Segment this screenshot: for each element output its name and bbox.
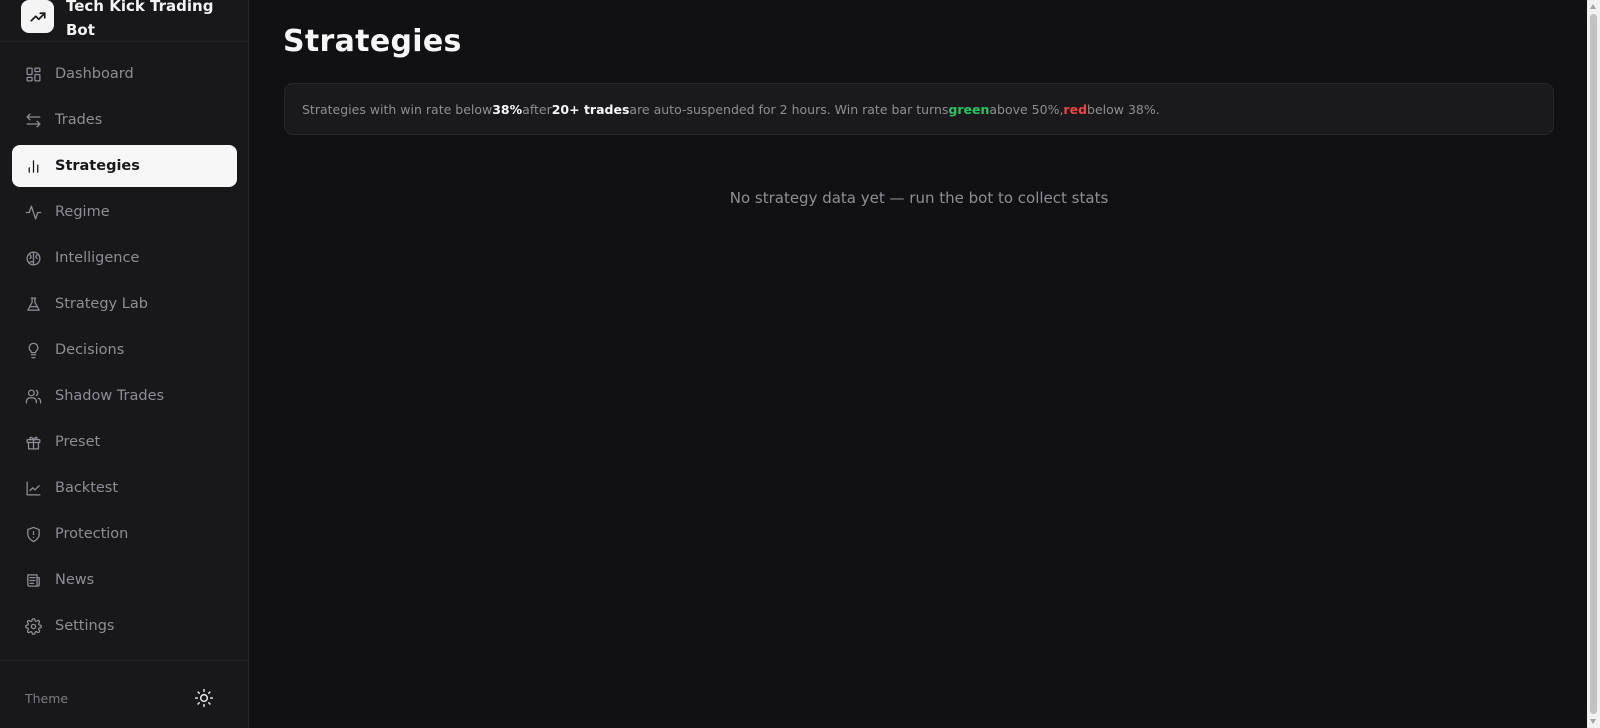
sidebar-item-intelligence[interactable]: Intelligence [12, 237, 237, 279]
info-red-word: red [1063, 101, 1088, 117]
users-icon [25, 388, 42, 405]
sidebar-item-settings[interactable]: Settings [12, 605, 237, 647]
bar-chart-icon [25, 158, 42, 175]
brand-name: Tech Kick Trading Bot [66, 0, 214, 39]
sidebar-item-strategy-lab[interactable]: Strategy Lab [12, 283, 237, 325]
scrollbar[interactable] [1587, 0, 1600, 728]
flask-icon [25, 296, 42, 313]
sidebar-item-strategies[interactable]: Strategies [12, 145, 237, 187]
brand[interactable]: Tech Kick Trading Bot [0, 0, 249, 42]
scroll-up-arrow-icon[interactable] [1590, 4, 1596, 9]
sidebar-item-label: Settings [55, 618, 115, 634]
main-content: Strategies Strategies with win rate belo… [250, 0, 1585, 728]
scroll-down-arrow-icon[interactable] [1590, 719, 1596, 724]
theme-toggle-button[interactable] [193, 687, 215, 709]
sidebar-nav: Dashboard Trades Strategies Regime Intel… [12, 53, 237, 651]
info-text-part: above 50%, [989, 101, 1064, 117]
scroll-thumb[interactable] [1590, 14, 1597, 714]
info-text-part: below 38%. [1087, 101, 1160, 117]
sidebar-item-label: Strategies [55, 158, 140, 174]
info-text-part: Strategies with win rate below [302, 101, 493, 117]
gear-icon [25, 617, 42, 635]
info-trades: 20+ trades [551, 101, 630, 117]
info-text-part: are auto-suspended for 2 hours. Win rate… [629, 101, 949, 117]
brain-icon [25, 250, 42, 267]
sidebar-item-backtest[interactable]: Backtest [12, 467, 237, 509]
sidebar-item-label: Backtest [55, 480, 119, 496]
sidebar-item-decisions[interactable]: Decisions [12, 329, 237, 371]
sidebar-item-regime[interactable]: Regime [12, 191, 237, 233]
theme-label: Theme [25, 691, 69, 706]
sidebar-item-label: Dashboard [55, 66, 134, 82]
newspaper-icon [25, 572, 42, 589]
sidebar-item-label: Regime [55, 204, 110, 220]
sidebar-item-dashboard[interactable]: Dashboard [12, 53, 237, 95]
sun-icon [194, 688, 214, 708]
sidebar-item-label: Strategy Lab [55, 296, 148, 312]
info-text-part: after [522, 101, 552, 117]
sidebar-item-protection[interactable]: Protection [12, 513, 237, 555]
sidebar-item-label: Shadow Trades [55, 388, 165, 404]
sidebar-item-shadow-trades[interactable]: Shadow Trades [12, 375, 237, 417]
shield-icon [25, 526, 42, 543]
sidebar-item-label: Preset [55, 434, 101, 450]
page-title: Strategies [283, 24, 462, 59]
dashboard-icon [25, 66, 42, 83]
sidebar-item-preset[interactable]: Preset [12, 421, 237, 463]
empty-state-message: No strategy data yet — run the bot to co… [729, 189, 1109, 207]
sidebar-item-trades[interactable]: Trades [12, 99, 237, 141]
sidebar-item-label: Protection [55, 526, 129, 542]
activity-icon [25, 204, 42, 221]
info-green-word: green [948, 101, 990, 117]
sidebar-item-label: News [55, 572, 95, 588]
sidebar-item-label: Intelligence [55, 250, 140, 266]
sidebar-item-label: Trades [55, 112, 103, 128]
gift-icon [25, 434, 42, 451]
info-banner: Strategies with win rate below 38% after… [284, 83, 1554, 135]
trending-up-icon [21, 0, 54, 33]
info-threshold: 38% [492, 101, 523, 117]
sidebar-item-news[interactable]: News [12, 559, 237, 601]
line-chart-icon [25, 480, 42, 497]
lightbulb-icon [25, 342, 42, 359]
arrows-swap-icon [25, 112, 42, 129]
sidebar-item-label: Decisions [55, 342, 125, 358]
sidebar: Tech Kick Trading Bot Dashboard Trades S… [0, 0, 249, 728]
sidebar-footer: Theme [0, 660, 249, 728]
